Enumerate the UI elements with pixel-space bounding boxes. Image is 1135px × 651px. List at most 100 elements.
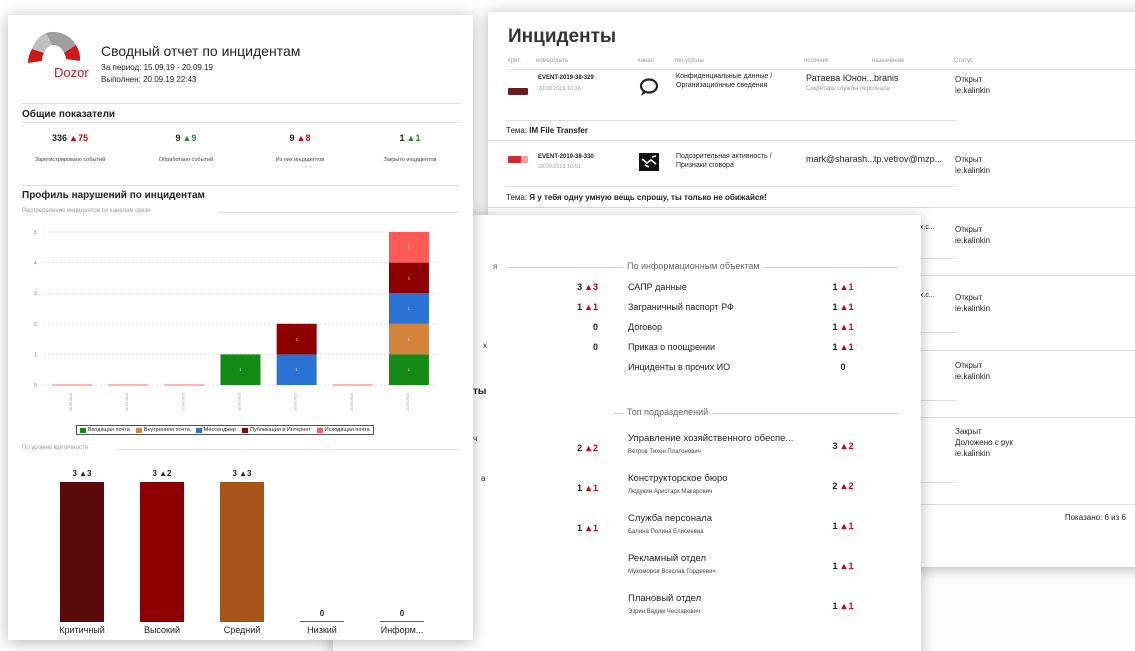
kpi-value: 336 ▲75 xyxy=(30,133,110,143)
source-position: Секретарь службы персонала xyxy=(806,86,890,92)
legend-swatch xyxy=(242,427,249,433)
report-completed: Выполнен: 20.09.19 22:43 xyxy=(101,75,197,84)
count-delta: ▲3 xyxy=(79,469,92,478)
count-value: 9 xyxy=(289,133,295,143)
kpi-label: Обработано событий xyxy=(158,157,214,163)
count-value: 1 xyxy=(832,601,838,611)
legend-item[interactable]: Публикация в Интернет xyxy=(242,427,311,433)
count-delta: ▲3 xyxy=(239,469,252,478)
criticality-bar[interactable] xyxy=(220,482,264,622)
department-head: Людукин Аристарх Макарович xyxy=(628,489,713,495)
divider xyxy=(488,140,1135,141)
count-delta: ▲75 xyxy=(69,133,88,143)
count-delta: ▲2 xyxy=(839,441,854,451)
count-value: 3 xyxy=(832,441,838,451)
general-title: Общие показатели xyxy=(22,109,116,120)
col-header-status[interactable]: Статус xyxy=(954,58,973,64)
criticality-bar[interactable] xyxy=(140,482,184,622)
divider xyxy=(506,120,956,121)
legend-item[interactable]: Входящая почта xyxy=(80,427,130,433)
left-count: 1 ▲1 xyxy=(558,302,598,312)
event-id[interactable]: EVENT-2019-38-329 xyxy=(538,75,594,81)
department-name[interactable]: Конструкторское бюро xyxy=(628,473,728,484)
count-value: 0 xyxy=(592,322,598,332)
event-id[interactable]: EVENT-2019-38-330 xyxy=(538,154,594,160)
table-row[interactable]: EVENT-2019-38-329 20.09.2019 10:36 Конфи… xyxy=(506,72,1135,142)
col-header-threat[interactable]: тип угрозы xyxy=(674,58,704,64)
chart-legend: Входящая почта Внутренняя почта Мессенджер… xyxy=(76,425,374,435)
assignee[interactable]: ie.kalinkin xyxy=(955,303,990,314)
criticality-bar[interactable] xyxy=(60,482,104,622)
count-value: 0 xyxy=(840,362,846,372)
criticality-value: 0 xyxy=(372,609,432,618)
col-header-channel[interactable]: канал xyxy=(638,58,654,64)
x-tick-label: 21.09.2019 xyxy=(406,393,410,411)
count-value: 336 xyxy=(52,133,68,143)
status: Открыт xyxy=(955,361,983,370)
department-head: Эзрин Вадим Чеславович xyxy=(628,609,701,615)
legend-swatch xyxy=(316,427,323,433)
report-panel: Dozor Сводный отчет по инцидентам За пер… xyxy=(8,15,473,640)
department-name[interactable]: Плановый отдел xyxy=(628,593,701,604)
y-tick-label: 4 xyxy=(34,261,37,267)
legend-label: Исходящая почта xyxy=(324,427,370,433)
section-title-departments: Топ подразделений xyxy=(623,407,713,417)
x-tick-label: 15.09.2019 xyxy=(69,393,73,411)
department-name[interactable]: Рекламный отдел xyxy=(628,553,706,564)
info-object-name[interactable]: Приказ о поощрении xyxy=(628,342,715,352)
channels-subtitle: Распределение инцидентов по каналам связ… xyxy=(22,208,151,214)
assignee[interactable]: ie.kalinkin xyxy=(955,235,990,246)
assignee[interactable]: ie.kalinkin xyxy=(955,85,990,96)
x-tick-label: 20.09.2019 xyxy=(350,393,354,411)
divider xyxy=(916,504,1135,505)
assignee[interactable]: ie.kalinkin xyxy=(955,165,990,176)
count-delta: ▲1 xyxy=(839,282,854,292)
kpi-value: 1 ▲1 xyxy=(370,133,450,143)
col-header-source[interactable]: источник xyxy=(804,58,829,64)
profile-title: Профиль нарушений по инцидентам xyxy=(22,190,205,201)
col-header-dest[interactable]: назначение xyxy=(872,58,904,64)
divider xyxy=(118,449,458,450)
x-tick-label: 17.09.2019 xyxy=(181,393,185,411)
legend-item[interactable]: Внутренняя почта xyxy=(135,427,190,433)
kpi-label: Зарегистрировано событий xyxy=(34,157,106,163)
divider xyxy=(916,482,956,483)
count-value: 1 xyxy=(577,302,583,312)
legend-item[interactable]: Исходящая почта xyxy=(316,427,370,433)
left-count: 0 xyxy=(558,322,598,332)
clipped-text: х xyxy=(483,341,487,350)
col-header-number[interactable]: номер/дата xyxy=(536,58,568,64)
info-object-name[interactable]: Инциденты в прочих ИО xyxy=(628,362,730,372)
department-name[interactable]: Управление хозяйственного обеспе... xyxy=(628,433,793,444)
count-value: 1 xyxy=(832,282,838,292)
section-title-info-objects: По информационным объектам xyxy=(623,261,764,271)
divider xyxy=(916,400,956,401)
count-delta: ▲1 xyxy=(839,302,854,312)
info-object-name[interactable]: САПР данные xyxy=(628,282,687,292)
x-tick-label: 16.09.2019 xyxy=(125,393,129,411)
kpi-label: Закрыто инцидентов xyxy=(383,157,437,163)
count-delta: ▲8 xyxy=(296,133,311,143)
left-count: 3 ▲3 xyxy=(558,282,598,292)
info-object-name[interactable]: Договор xyxy=(628,322,662,332)
incidents-title: Инциденты xyxy=(508,26,617,47)
channels-stacked-bar-chart: 01234515.09.2019 16.09.2019 17.09.2019118.… xyxy=(34,230,437,411)
info-object-name[interactable]: Заграничный паспорт РФ xyxy=(628,302,734,312)
status-resolution: Доложено с рук xyxy=(955,438,1013,447)
divider xyxy=(506,186,956,187)
assignee[interactable]: ie.kalinkin xyxy=(955,371,990,382)
legend-item[interactable]: Мессенджер xyxy=(195,427,236,433)
severity-bar xyxy=(508,156,528,163)
status: Открыт xyxy=(955,155,983,164)
department-name[interactable]: Служба персонала xyxy=(628,513,712,524)
col-header-crit[interactable]: крит. xyxy=(508,58,521,64)
department-count: 1 ▲1 xyxy=(823,561,863,571)
y-tick-label: 2 xyxy=(34,322,37,328)
count-value: 1 xyxy=(832,561,838,571)
divider xyxy=(22,185,460,186)
status: Открыт xyxy=(955,75,983,84)
assignee[interactable]: ie.kalinkin xyxy=(955,448,990,459)
divider xyxy=(916,417,1135,418)
criticality-bar-zero xyxy=(380,621,424,622)
left-count: 2 ▲2 xyxy=(558,443,598,453)
